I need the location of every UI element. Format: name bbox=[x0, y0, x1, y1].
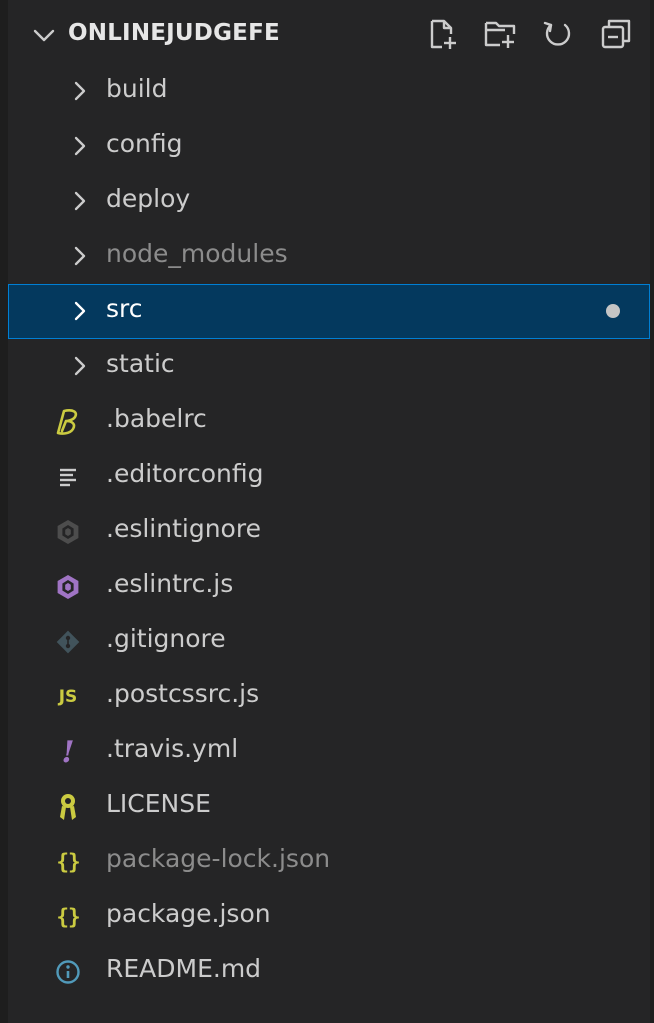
lines-icon bbox=[52, 461, 84, 493]
file-editorconfig[interactable]: .editorconfig bbox=[8, 449, 650, 504]
eslint-icon bbox=[52, 571, 84, 603]
json-icon: {} bbox=[56, 850, 80, 874]
folder-static[interactable]: static bbox=[8, 339, 650, 394]
new-file-icon[interactable] bbox=[425, 17, 459, 51]
modified-dot-icon bbox=[606, 304, 620, 318]
folder-config[interactable]: config bbox=[8, 119, 650, 174]
collapse-all-icon[interactable] bbox=[599, 17, 633, 51]
new-folder-button[interactable] bbox=[480, 14, 520, 54]
yaml-icon: ! bbox=[61, 734, 75, 770]
chevron-right-icon bbox=[74, 136, 86, 156]
file-label: .eslintignore bbox=[106, 514, 261, 543]
folder-label: node_modules bbox=[106, 239, 288, 268]
json-icon: {} bbox=[56, 905, 80, 929]
explorer-actions bbox=[422, 14, 636, 54]
file-label: .babelrc bbox=[106, 404, 207, 433]
file-label: README.md bbox=[106, 954, 262, 983]
eslint-dim-icon bbox=[52, 516, 84, 548]
license-icon bbox=[52, 791, 84, 823]
file-label: package-lock.json bbox=[106, 844, 331, 873]
folder-node-modules[interactable]: node_modules bbox=[8, 229, 650, 284]
file-label: .eslintrc.js bbox=[106, 569, 234, 598]
panel-right-border bbox=[650, 0, 654, 1023]
chevron-right-icon bbox=[74, 301, 86, 321]
folder-label: static bbox=[106, 349, 175, 378]
file-readme[interactable]: README.md bbox=[8, 944, 650, 999]
folder-src[interactable]: src bbox=[8, 284, 650, 339]
file-label: .postcssrc.js bbox=[106, 679, 260, 708]
folder-label: config bbox=[106, 129, 183, 158]
chevron-right-icon bbox=[74, 81, 86, 101]
info-icon bbox=[52, 956, 84, 988]
new-file-button[interactable] bbox=[422, 14, 462, 54]
folder-build[interactable]: build bbox=[8, 64, 650, 119]
workspace-title: ONLINEJUDGEFE bbox=[68, 20, 280, 46]
folder-label: src bbox=[106, 294, 143, 323]
folder-deploy[interactable]: deploy bbox=[8, 174, 650, 229]
file-postcssrc[interactable]: JS .postcssrc.js bbox=[8, 669, 650, 724]
explorer-header[interactable]: ONLINEJUDGEFE bbox=[8, 0, 650, 72]
file-gitignore[interactable]: .gitignore bbox=[8, 614, 650, 669]
git-icon bbox=[52, 626, 84, 658]
explorer-panel: ONLINEJUDGEFE build config deploy node_m… bbox=[0, 0, 654, 1023]
chevron-down-icon[interactable] bbox=[30, 22, 58, 50]
chevron-right-icon bbox=[74, 356, 86, 376]
refresh-button[interactable] bbox=[538, 14, 578, 54]
chevron-right-icon bbox=[74, 246, 86, 266]
file-label: package.json bbox=[106, 899, 271, 928]
new-folder-icon[interactable] bbox=[483, 17, 517, 51]
babel-icon bbox=[52, 406, 84, 438]
collapse-all-button[interactable] bbox=[596, 14, 636, 54]
file-label: .gitignore bbox=[106, 624, 226, 653]
file-travis[interactable]: ! .travis.yml bbox=[8, 724, 650, 779]
chevron-right-icon bbox=[74, 191, 86, 211]
file-tree: build config deploy node_modules src sta… bbox=[8, 64, 650, 999]
file-label: .travis.yml bbox=[106, 734, 239, 763]
folder-label: deploy bbox=[106, 184, 191, 213]
folder-label: build bbox=[106, 74, 168, 103]
file-label: LICENSE bbox=[106, 789, 211, 818]
file-package-lock[interactable]: {} package-lock.json bbox=[8, 834, 650, 889]
panel-left-border bbox=[0, 0, 8, 1023]
file-eslintrc[interactable]: .eslintrc.js bbox=[8, 559, 650, 614]
file-package-json[interactable]: {} package.json bbox=[8, 889, 650, 944]
file-eslintignore[interactable]: .eslintignore bbox=[8, 504, 650, 559]
file-babelrc[interactable]: .babelrc bbox=[8, 394, 650, 449]
file-license[interactable]: LICENSE bbox=[8, 779, 650, 834]
refresh-icon[interactable] bbox=[541, 17, 575, 51]
javascript-icon: JS bbox=[58, 687, 78, 707]
file-label: .editorconfig bbox=[106, 459, 264, 488]
